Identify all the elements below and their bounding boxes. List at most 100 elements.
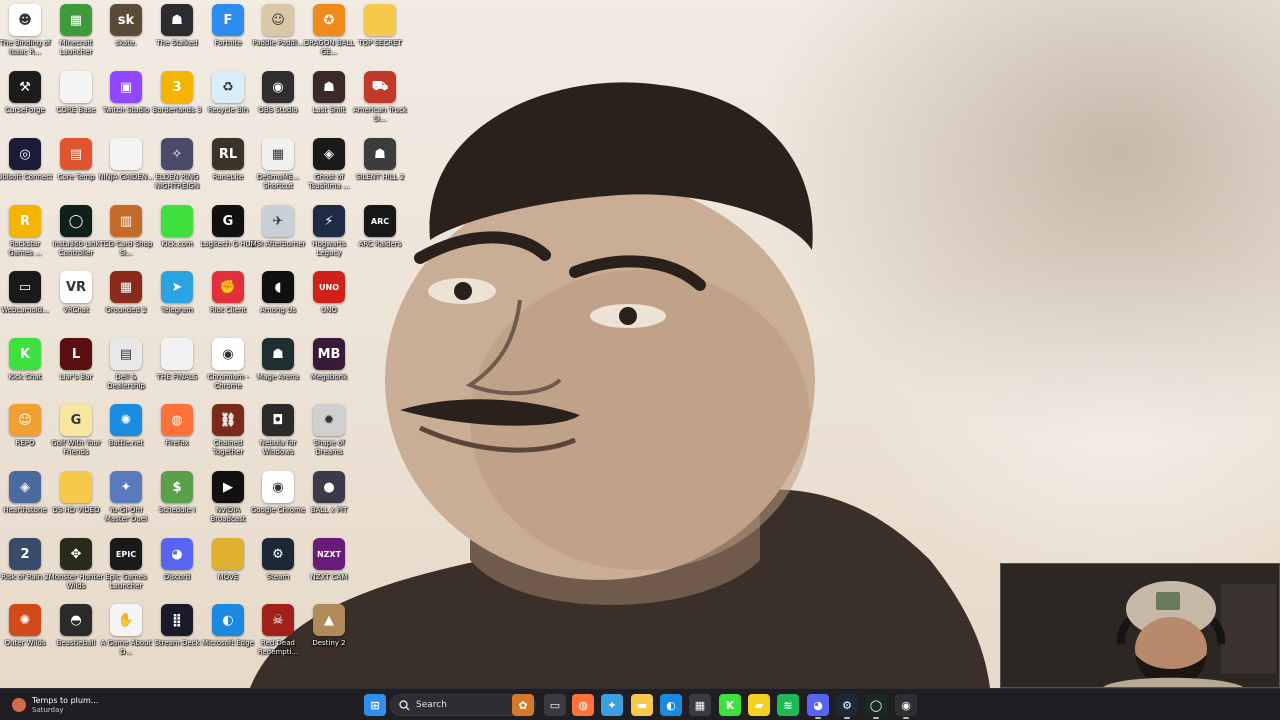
desktop-shortcut[interactable]: ▤ Dell & Dealership (101, 338, 151, 404)
desktop-shortcut-label: SILENT HILL 2 (355, 173, 405, 181)
desktop-shortcut[interactable]: ⛓ Chained Together (203, 404, 253, 470)
desmume-icon: ▦ (262, 138, 294, 170)
desktop-shortcut[interactable]: ▭ Webcamoid... (0, 271, 50, 337)
desktop-shortcut[interactable]: VR VRChat (51, 271, 101, 337)
desktop-shortcut[interactable]: UNO UNO (304, 271, 354, 337)
desktop-shortcut[interactable]: ◉ Google Chrome (251, 471, 305, 537)
desktop-shortcut[interactable]: ♻ Recycle Bin (203, 71, 253, 137)
desktop-shortcut[interactable]: ☗ Last Shift (304, 71, 354, 137)
desktop-shortcut[interactable]: EPIC Epic Games Launcher (101, 538, 151, 604)
desktop-shortcut[interactable]: ▥ TCG Card Shop Si... (100, 205, 152, 271)
file-explorer-icon[interactable]: ▬ (631, 694, 653, 716)
desktop-shortcut[interactable]: ✋ A Game About D... (101, 604, 151, 670)
desktop-shortcut[interactable]: R Rockstar Games ... (0, 205, 50, 271)
weather-widget[interactable]: Temps to plum... Saturday (12, 693, 98, 717)
desktop-shortcut[interactable]: ● BALL x PIT (304, 471, 354, 537)
desktop-shortcut[interactable]: ▦ DeSmuME... Shortcut (253, 138, 303, 204)
desktop-shortcut[interactable]: ☺ Paddle Paddl... (252, 4, 304, 70)
desktop-shortcut[interactable]: ▲ Destiny 2 (304, 604, 354, 670)
desktop-shortcut[interactable]: NZXT NZXT CAM (304, 538, 354, 604)
desktop-shortcut[interactable]: ◘ Nebula for Windows (253, 404, 303, 470)
desktop-shortcut-label: ARC Raiders (358, 240, 402, 248)
desktop-shortcut[interactable]: ▦ Minecraft Launcher (51, 4, 101, 70)
desktop-shortcut[interactable]: ✦ Yu-Gi-Oh! Master Duel (101, 471, 151, 537)
dragonball-icon: ✪ (313, 4, 345, 36)
desktop-shortcut[interactable]: ➤ Telegram (152, 271, 202, 337)
desktop-shortcut[interactable]: ARC ARC Raiders (355, 205, 405, 271)
desktop-shortcut[interactable]: ◖ Among Us (253, 271, 303, 337)
desktop-shortcut[interactable]: ☠ Red Dead Redempti... (253, 604, 303, 670)
desktop-shortcut[interactable]: Kick.com (152, 205, 202, 271)
webcamoid-icon: ▭ (9, 271, 41, 303)
desktop-shortcut[interactable]: ⚙ Steam (253, 538, 303, 604)
desktop-shortcut[interactable]: ☗ SILENT HILL 2 (355, 138, 405, 204)
desktop-shortcut[interactable]: ◉ Chromium - Chrome (203, 338, 253, 404)
desktop-shortcut[interactable]: ▶ NVIDIA Broadcast (203, 471, 253, 537)
desktop-shortcut[interactable]: ✹ Shape of Dreams (304, 404, 354, 470)
desktop-shortcut[interactable]: ☻ The Binding of Isaac R... (0, 4, 50, 70)
desktop-shortcut[interactable]: ◕ Discord (152, 538, 202, 604)
firefox-icon[interactable]: ◍ (572, 694, 594, 716)
widgets-icon[interactable]: ✿ (512, 694, 534, 716)
desktop-shortcut[interactable]: F Fortnite (203, 4, 253, 70)
desktop-shortcut[interactable]: $ Schedule I (152, 471, 202, 537)
desktop-shortcut[interactable]: ✺ Battle.net (101, 404, 151, 470)
desktop-shortcut[interactable]: K Kick Chat (0, 338, 50, 404)
desktop-shortcut[interactable]: ✈ MSI Afterburner (251, 205, 305, 271)
desktop-shortcut[interactable]: 2 Risk of Rain 2 (0, 538, 50, 604)
desktop-shortcut[interactable]: DS HD VIDEO (51, 471, 101, 537)
desktop-shortcut[interactable]: ◐ Microsoft Edge (202, 604, 254, 670)
desktop-shortcut[interactable]: RL RuneLite (203, 138, 253, 204)
desktop-shortcut[interactable]: ◓ Beastieball (51, 604, 101, 670)
desktop-shortcut[interactable]: ◈ Hearthstone (0, 471, 50, 537)
desktop-shortcut[interactable]: NINJA GAIDEN... (98, 138, 154, 204)
store-icon[interactable]: ▦ (689, 694, 711, 716)
desktop-shortcut[interactable]: ⛟ American Truck Si... (353, 71, 407, 137)
desktop-shortcut[interactable]: ☗ Mage Arena (253, 338, 303, 404)
desktop-shortcut[interactable]: ✧ ELDEN RING NIGHTREIGN (152, 138, 202, 204)
insta360-icon[interactable]: ◯ (865, 694, 887, 719)
desktop-shortcut[interactable]: TOP SECRET (355, 4, 405, 70)
desktop-shortcut[interactable]: L Liar's Bar (51, 338, 101, 404)
desktop-shortcut-label: Mage Arena (257, 373, 299, 381)
desktop-shortcut[interactable]: ⚡ Hogwarts Legacy (304, 205, 354, 271)
spotify-icon[interactable]: ≋ (777, 694, 799, 716)
desktop-shortcut[interactable]: ✥ Monster Hunter Wilds (49, 538, 103, 604)
desktop-shortcut[interactable]: ⚒ CurseForge (0, 71, 50, 137)
desktop-shortcut[interactable]: MB Megabonk (304, 338, 354, 404)
desktop-shortcut[interactable]: ✊ Riot Client (203, 271, 253, 337)
desktop-shortcut[interactable]: sk skate. (101, 4, 151, 70)
desktop-shortcut[interactable]: ▦ Grounded 2 (101, 271, 151, 337)
desktop-shortcut[interactable]: ☗ The Stalked (152, 4, 202, 70)
desktop-shortcut[interactable]: ◍ Firefox (152, 404, 202, 470)
copilot-icon[interactable]: ✦ (601, 694, 623, 716)
sticky-notes-icon[interactable]: ▰ (748, 694, 770, 716)
chrome-icon: ◉ (262, 471, 294, 503)
windows-start-icon[interactable]: ⊞ (364, 694, 386, 716)
borderlands-icon: 3 (161, 71, 193, 103)
desktop-shortcut[interactable]: ⣿ Stream Deck (152, 604, 202, 670)
desktop-shortcut[interactable]: 3 Borderlands 3 (152, 71, 202, 137)
chromium-icon: ◉ (212, 338, 244, 370)
desktop-shortcut[interactable]: ◯ Insta360 Link Controller (51, 205, 101, 271)
desktop-shortcut[interactable]: ◈ Ghost of Tsushima ... (304, 138, 354, 204)
kick-icon[interactable]: K (719, 694, 741, 716)
desktop-shortcut[interactable]: THE FINALS (152, 338, 202, 404)
task-view-icon[interactable]: ▭ (544, 694, 566, 716)
desktop-shortcut[interactable]: ▣ Twitch Studio (101, 71, 151, 137)
desktop-shortcut[interactable]: G Logitech G HUB (201, 205, 255, 271)
obs-icon[interactable]: ◉ (895, 694, 917, 719)
desktop-shortcut[interactable]: ◉ OBS Studio (253, 71, 303, 137)
desktop-shortcut[interactable]: CORE Base (51, 71, 101, 137)
edge-icon[interactable]: ◐ (660, 694, 682, 716)
arc-icon: ARC (364, 205, 396, 237)
steam-icon[interactable]: ⚙ (836, 694, 858, 719)
desktop-shortcut[interactable]: ◎ Ubisoft Connect (0, 138, 53, 204)
discord-icon[interactable]: ◕ (807, 694, 829, 719)
desktop-shortcut[interactable]: ✺ Outer Wilds (0, 604, 50, 670)
desktop-shortcut[interactable]: ☺ REPO (0, 404, 50, 470)
desktop-shortcut[interactable]: MOVE (203, 538, 253, 604)
desktop-shortcut[interactable]: ▤ Core Temp (51, 138, 101, 204)
desktop-shortcut[interactable]: G Golf With Your Friends (51, 404, 101, 470)
desktop-shortcut[interactable]: ✪ DRAGON BALL GE... (304, 4, 354, 70)
